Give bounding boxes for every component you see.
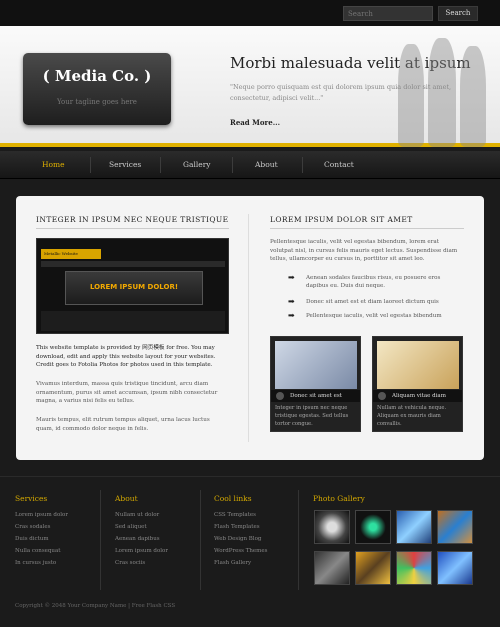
gallery-photo[interactable] xyxy=(437,510,473,544)
footer-divider xyxy=(200,490,201,590)
footer-link[interactable]: Cras sociis xyxy=(115,560,145,566)
bullet-item: Pellentesque iaculis, velit vel egestas … xyxy=(306,313,442,319)
content-panel: Integer in ipsum nec neque tristique Met… xyxy=(16,196,484,460)
gallery-photo[interactable] xyxy=(437,551,473,585)
footer-divider xyxy=(100,490,101,590)
footer-link[interactable]: In cursus justo xyxy=(15,560,56,566)
footer-link[interactable]: WordPress Themes xyxy=(214,548,267,554)
template-screenshot: Metallic Website LOREM IPSUM DOLOR! xyxy=(36,238,229,334)
circle-icon xyxy=(276,392,284,400)
read-more-link[interactable]: Read More... xyxy=(230,118,280,127)
nav-gallery[interactable]: Gallery xyxy=(183,151,211,179)
footer-about-heading: About xyxy=(115,494,138,503)
thumbnail-caption: Aliquam vitae diam xyxy=(392,393,446,399)
arrow-icon: ➡ xyxy=(288,311,295,320)
gallery-photo[interactable] xyxy=(355,551,391,585)
right-intro: Pellentesque iaculis, velit vel egestas … xyxy=(270,239,458,263)
bullet-item: Donec sit amet est et diam laoreet dictu… xyxy=(306,299,439,305)
body-paragraph: Mauris tempus, elit rutrum tempus alique… xyxy=(36,417,210,432)
logo[interactable]: ( Media Co. ) Your tagline goes here xyxy=(23,53,171,125)
footer-link[interactable]: Web Design Blog xyxy=(214,536,261,542)
logo-title: ( Media Co. ) xyxy=(42,67,152,85)
logo-tagline: Your tagline goes here xyxy=(57,98,137,106)
footer-link[interactable]: Lorem ipsum dolor xyxy=(15,512,68,518)
footer-link[interactable]: Flash Gallery xyxy=(214,560,251,566)
thumbnail-image xyxy=(275,341,357,389)
people-silhouette-image xyxy=(428,38,456,147)
body-paragraph: Vivamus interdum, massa quis tristique t… xyxy=(36,381,218,405)
search-input[interactable] xyxy=(343,6,433,21)
divider xyxy=(270,228,464,229)
footer-link[interactable]: Nulla consequat xyxy=(15,548,60,554)
screenshot-headline: LOREM IPSUM DOLOR! xyxy=(89,283,179,291)
footer-link[interactable]: Nullam ut dolor xyxy=(115,512,159,518)
nav-divider xyxy=(302,157,303,173)
thumbnail-card[interactable]: Donec sit amet est Integer in ipsum nec … xyxy=(270,336,361,432)
footer-gallery-heading: Photo Gallery xyxy=(313,494,365,503)
screenshot-banner: LOREM IPSUM DOLOR! xyxy=(65,271,203,305)
footer-divider xyxy=(0,476,500,477)
gallery-photo[interactable] xyxy=(355,510,391,544)
column-divider xyxy=(248,214,249,442)
screenshot-footer xyxy=(41,311,225,331)
copyright-text: Copyright © 2048 Your Company Name | Fre… xyxy=(15,603,176,609)
screenshot-nav xyxy=(41,261,225,267)
thumbnail-caption: Donec sit amet est xyxy=(290,393,342,399)
footer-services-heading: Services xyxy=(15,494,48,503)
footer-link[interactable]: Lorem ipsum dolor xyxy=(115,548,168,554)
nav-contact[interactable]: Contact xyxy=(324,151,354,179)
people-silhouette-image xyxy=(398,44,424,147)
thumbnail-image xyxy=(377,341,459,389)
nav-home[interactable]: Home xyxy=(42,151,65,179)
nav-divider xyxy=(232,157,233,173)
gallery-photo[interactable] xyxy=(314,551,350,585)
arrow-icon: ➡ xyxy=(288,297,295,306)
top-bar: Search xyxy=(0,0,500,26)
footer-link[interactable]: Duis dictum xyxy=(15,536,49,542)
nav-about[interactable]: About xyxy=(255,151,278,179)
nav-divider xyxy=(90,157,91,173)
circle-icon xyxy=(378,392,386,400)
gallery-photo[interactable] xyxy=(396,510,432,544)
thumbnail-text: Nullam at vehicula neque. Aliquam ex mau… xyxy=(377,405,447,427)
divider xyxy=(36,228,229,229)
intro-paragraph: This website template is provided by 网页模… xyxy=(36,345,216,369)
nav-services[interactable]: Services xyxy=(109,151,141,179)
footer-cool-heading: Cool links xyxy=(214,494,252,503)
footer-link[interactable]: Sed aliquet xyxy=(115,524,147,530)
left-heading: Integer in ipsum nec neque tristique xyxy=(36,215,229,224)
arrow-icon: ➡ xyxy=(288,273,295,282)
footer-link[interactable]: CSS Templates xyxy=(214,512,256,518)
main-nav: Home Services Gallery About Contact xyxy=(0,151,500,179)
footer-link[interactable]: Flash Templates xyxy=(214,524,260,530)
footer-link[interactable]: Cras sodales xyxy=(15,524,50,530)
header: ( Media Co. ) Your tagline goes here Mor… xyxy=(0,26,500,147)
bullet-item: Aenean sodales faucibus risus, eu posuer… xyxy=(306,275,441,289)
right-heading: Lorem ipsum dolor sit amet xyxy=(270,215,413,224)
gallery-photo[interactable] xyxy=(314,510,350,544)
gallery-photo[interactable] xyxy=(396,551,432,585)
nav-divider xyxy=(160,157,161,173)
screenshot-site-title: Metallic Website xyxy=(44,251,78,256)
footer-link[interactable]: Aenean dapibus xyxy=(115,536,160,542)
search-button[interactable]: Search xyxy=(438,6,478,21)
thumbnail-card[interactable]: Aliquam vitae diam Nullam at vehicula ne… xyxy=(372,336,463,432)
footer-divider xyxy=(298,490,299,590)
thumbnail-text: Integer in ipsum nec neque tristique ege… xyxy=(275,405,349,427)
people-silhouette-image xyxy=(460,46,486,147)
